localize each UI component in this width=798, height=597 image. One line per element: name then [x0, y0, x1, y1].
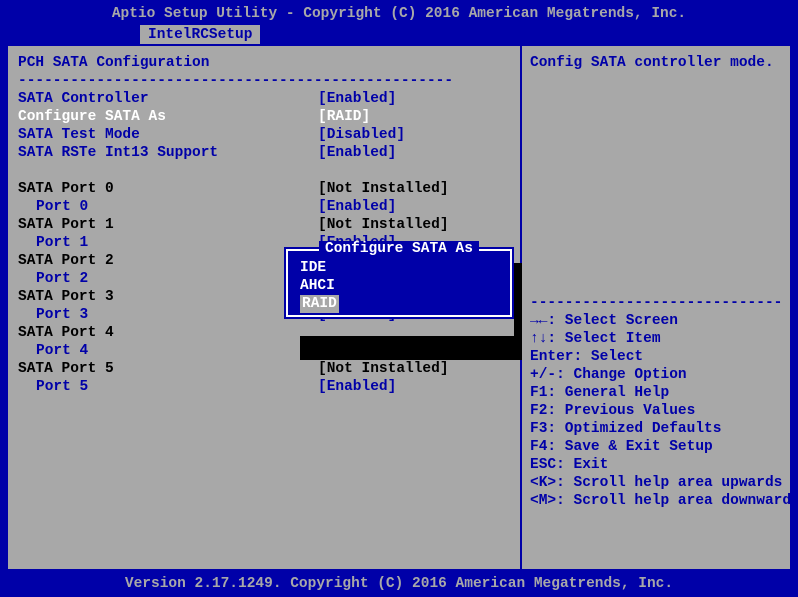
help-text: Config SATA controller mode. [530, 54, 782, 294]
status: [Not Installed] [318, 216, 449, 234]
row-rste-int13[interactable]: SATA RSTe Int13 Support [Enabled] [18, 144, 510, 162]
label: SATA Port 0 [18, 180, 318, 198]
label: SATA Port 3 [18, 288, 318, 306]
row-port5: SATA Port 5 [Not Installed] [18, 360, 510, 378]
row-port1: SATA Port 1 [Not Installed] [18, 216, 510, 234]
popup-option-ide[interactable]: IDE [300, 259, 498, 277]
value: [Enabled] [318, 90, 396, 108]
label: Port 0 [18, 198, 318, 216]
row-port0: SATA Port 0 [Not Installed] [18, 180, 510, 198]
footer: Version 2.17.1249. Copyright (C) 2016 Am… [0, 575, 798, 593]
tab-intelrcsetup[interactable]: IntelRCSetup [140, 25, 260, 45]
row-configure-sata-as[interactable]: Configure SATA As [RAID] [18, 108, 510, 126]
value: [Enabled] [318, 144, 396, 162]
divider: ----------------------------------------… [18, 72, 510, 90]
help-key-k: <K>: Scroll help area upwards [530, 474, 782, 492]
popup-shadow [300, 336, 522, 360]
label: Configure SATA As [18, 108, 318, 126]
help-key-f4: F4: Save & Exit Setup [530, 438, 782, 456]
section-title: PCH SATA Configuration [18, 54, 510, 72]
label: Port 1 [18, 234, 318, 252]
help-key-m: <M>: Scroll help area downwards [530, 492, 782, 510]
help-key-esc: ESC: Exit [530, 456, 782, 474]
row-port0-enable[interactable]: Port 0 [Enabled] [18, 198, 510, 216]
row-sata-controller[interactable]: SATA Controller [Enabled] [18, 90, 510, 108]
value: [Enabled] [318, 378, 396, 396]
label: SATA Port 5 [18, 360, 318, 378]
help-panel: Config SATA controller mode. -----------… [520, 46, 790, 569]
label: SATA Port 2 [18, 252, 318, 270]
label: Port 2 [18, 270, 318, 288]
popup-shadow-right [514, 263, 522, 360]
popup-configure-sata-as[interactable]: Configure SATA As IDE AHCI RAID [284, 247, 514, 319]
row-sata-test-mode[interactable]: SATA Test Mode [Disabled] [18, 126, 510, 144]
label: Port 5 [18, 378, 318, 396]
value: [Enabled] [318, 198, 396, 216]
status: [Not Installed] [318, 180, 449, 198]
value: [RAID] [318, 108, 370, 126]
help-keys: →←: Select Screen ↑↓: Select Item Enter:… [530, 312, 782, 510]
label: SATA Port 4 [18, 324, 318, 342]
label: Port 4 [18, 342, 318, 360]
help-key-f1: F1: General Help [530, 384, 782, 402]
help-key-enter: Enter: Select [530, 348, 782, 366]
help-key-change: +/-: Change Option [530, 366, 782, 384]
label: Port 3 [18, 306, 318, 324]
label: SATA Test Mode [18, 126, 318, 144]
status: [Not Installed] [318, 360, 449, 378]
popup-title: Configure SATA As [288, 240, 510, 258]
label: SATA RSTe Int13 Support [18, 144, 318, 162]
popup-option-raid[interactable]: RAID [300, 295, 339, 313]
popup-option-ahci[interactable]: AHCI [300, 277, 498, 295]
title-bar: Aptio Setup Utility - Copyright (C) 2016… [0, 0, 798, 25]
help-divider: ----------------------------- [530, 294, 782, 312]
label: SATA Controller [18, 90, 318, 108]
help-key-f3: F3: Optimized Defaults [530, 420, 782, 438]
help-key-item: ↑↓: Select Item [530, 330, 782, 348]
value: [Disabled] [318, 126, 405, 144]
help-key-f2: F2: Previous Values [530, 402, 782, 420]
help-key-screen: →←: Select Screen [530, 312, 782, 330]
tab-row: IntelRCSetup [0, 25, 798, 45]
row-port5-enable[interactable]: Port 5 [Enabled] [18, 378, 510, 396]
label: SATA Port 1 [18, 216, 318, 234]
